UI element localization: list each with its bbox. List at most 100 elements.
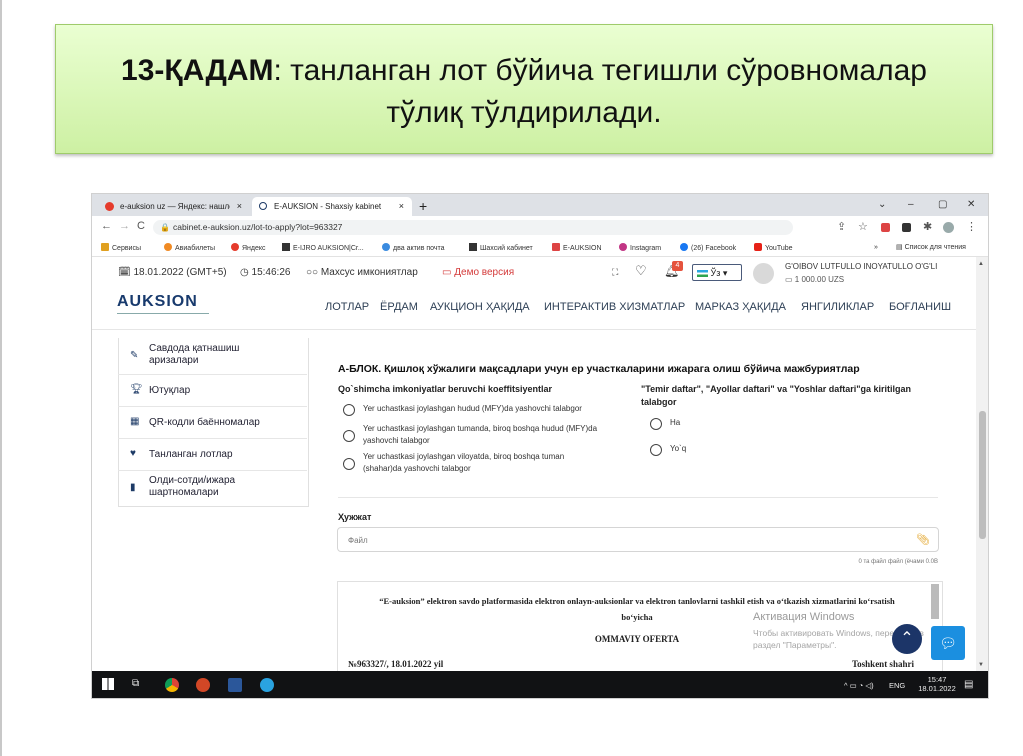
radio-option-3[interactable] [343,458,355,470]
bookmark-avia[interactable]: Авиабилеты [164,243,215,253]
lock-icon: 🔒 [160,223,170,232]
close-tab-icon[interactable]: × [237,197,242,216]
bookmark-facebook[interactable]: (26) Facebook [680,243,736,253]
heart-icon: ♥ [130,448,136,459]
file-input[interactable]: Файл 📎︎ [337,527,939,552]
reading-list-icon: ▤ [896,244,905,251]
tab-yandex[interactable]: e-auksion uz — Яндекс: нашлось × [98,197,250,216]
step-banner: 13-ҚАДАМ: танланган лот бўйича тегишли с… [55,24,993,154]
sidebar-item-qr[interactable]: ▦ QR-кодли баённомалар [118,407,307,439]
date-display: 🗓 18.01.2022 (GMT+5) [118,267,227,278]
page-scrollbar-thumb[interactable] [979,411,986,539]
maximize-button[interactable]: ▢ [938,197,947,213]
menu-about-auction[interactable]: АУКЦИОН ҲАҚИДА [430,301,530,313]
share-icon[interactable]: ⇪ [837,220,846,233]
radio-yes[interactable] [650,418,662,430]
puzzle-icon[interactable]: ✱ [923,220,932,233]
windows-activation-title: Активация Windows [753,611,855,623]
bookmark-cabinet[interactable]: Шахсий кабинет [469,243,533,253]
notification-badge: 4 [672,261,683,271]
avatar[interactable] [753,263,774,284]
uz-flag-icon [697,270,708,277]
reading-list[interactable]: ▤ Список для чтения [896,243,966,252]
profile-icon[interactable] [943,222,954,233]
paperclip-icon[interactable]: 📎︎ [916,528,930,553]
tab-eauksion[interactable]: E-AUKSION - Shaxsiy kabinet × [252,197,412,216]
bookmark-eauksion[interactable]: E-AUKSION [552,243,602,253]
radio-option-1[interactable] [343,404,355,416]
yandex-icon [105,202,114,211]
sidebar-item-wins[interactable]: 🏆︎ Ютуқлар [118,375,307,407]
bookmark-yandex[interactable]: Яндекс [231,243,266,253]
chrome-icon[interactable] [165,678,179,692]
no-label: Yo`q [670,444,687,453]
bookmark-youtube[interactable]: YouTube [754,243,793,253]
sidebar-item-selected-lots[interactable]: ♥ Танланган лотлар [118,439,307,471]
tab-search-icon[interactable]: ⌄ [878,197,886,213]
notifications-icon[interactable]: ▤ [964,679,973,690]
scroll-down-icon[interactable]: ▼ [978,662,984,668]
sidebar-item-applications[interactable]: ✎ Савдода қатнашиш аризалари [118,339,307,375]
menu-about-center[interactable]: МАРКАЗ ҲАҚИДА [695,301,786,313]
menu-dots-icon[interactable]: ⋮ [966,220,977,233]
chat-button[interactable]: 💬︎ [931,626,965,660]
demo-version-link[interactable]: ▭ Демо версия [442,267,514,278]
offer-scrollbar[interactable] [931,584,939,619]
url-input[interactable]: 🔒 cabinet.e-auksion.uz/lot-to-apply?lot=… [153,220,793,235]
offer-title: “E-auksion” elektron savdo platformasida… [379,596,895,606]
windows-start-icon[interactable] [102,678,114,690]
divider [338,497,938,498]
menu-lots[interactable]: ЛОТЛАР [325,301,369,313]
close-window-button[interactable]: ✕ [967,197,975,213]
bookmark-services[interactable]: Сервисы [101,243,141,253]
minimize-button[interactable]: – [908,197,914,213]
extension-icon-2[interactable] [902,223,911,232]
special-features-link[interactable]: ○○ Махсус имкониятлар [306,267,418,278]
menu-contact[interactable]: БОҒЛАНИШ [889,301,951,313]
yes-label: Ha [670,418,681,427]
calendar-icon: 🗓 [118,267,134,278]
task-view-icon[interactable]: ⧉ [132,678,139,689]
star-icon[interactable]: ☆ [858,220,868,233]
scroll-top-button[interactable]: ⌃ [892,624,922,654]
option-1-label: Yer uchastkasi joylashgan hudud (MFY)da … [363,404,582,413]
bookmark-eijro[interactable]: E-IJRO AUKSION|Cr... [282,243,364,253]
telegram-icon[interactable] [260,678,274,692]
step-text-2: тўлиқ тўлдирилади. [386,96,662,129]
left-question: Qo`shimcha imkoniyatlar beruvchi koeffit… [338,384,553,394]
new-tab-button[interactable]: + [419,197,427,216]
option-3-label: Yer uchastkasi joylashgan viloyatda, bir… [363,452,565,473]
close-tab-icon[interactable]: × [399,197,404,216]
language-select[interactable]: Ўз ▾ [692,264,742,281]
site-logo[interactable]: AUKSION [117,293,198,311]
extension-icon[interactable] [881,223,890,232]
heart-icon[interactable]: ♡ [635,263,647,279]
step-number: 13-ҚАДАМ [121,54,274,87]
option-2-label: Yer uchastkasi joylashgan tumanda, biroq… [363,424,598,445]
scroll-up-icon[interactable]: ▲ [978,261,984,267]
clock[interactable]: 15:47 18.01.2022 [917,675,957,693]
language-indicator[interactable]: ENG [889,681,905,690]
system-tray[interactable]: ^ ▭ ◔ ◁) [844,681,874,690]
offer-number: №963327/, 18.01.2022 yil [348,659,444,669]
powerpoint-icon[interactable] [196,678,210,692]
reload-icon[interactable]: C [137,220,145,232]
logo-subline [117,313,209,320]
clock-icon: ◷ [240,267,252,278]
menu-news[interactable]: ЯНГИЛИКЛАР [801,301,874,313]
step-text-1: : танланган лот бўйича тегишли сўровнома… [273,54,927,87]
bookmarks-more[interactable]: » [874,243,878,252]
glasses-icon: ○○ [306,267,321,278]
forward-icon[interactable]: → [119,220,130,232]
fullscreen-icon[interactable]: ⛶ [612,267,618,278]
word-icon[interactable] [228,678,242,692]
menu-interactive[interactable]: ИНТЕРАКТИВ ХИЗМАТЛАР [544,301,685,313]
bookmark-aktiv[interactable]: два актив почта [382,243,445,253]
radio-option-2[interactable] [343,430,355,442]
sidebar-item-contracts[interactable]: ▮ Олди-сотди/ижара шартномалари [118,471,307,506]
back-icon[interactable]: ← [101,220,112,232]
radio-no[interactable] [650,444,662,456]
menu-help[interactable]: ЁРДАМ [380,301,418,313]
bookmark-instagram[interactable]: Instagram [619,243,661,253]
eauksion-icon [259,202,267,210]
